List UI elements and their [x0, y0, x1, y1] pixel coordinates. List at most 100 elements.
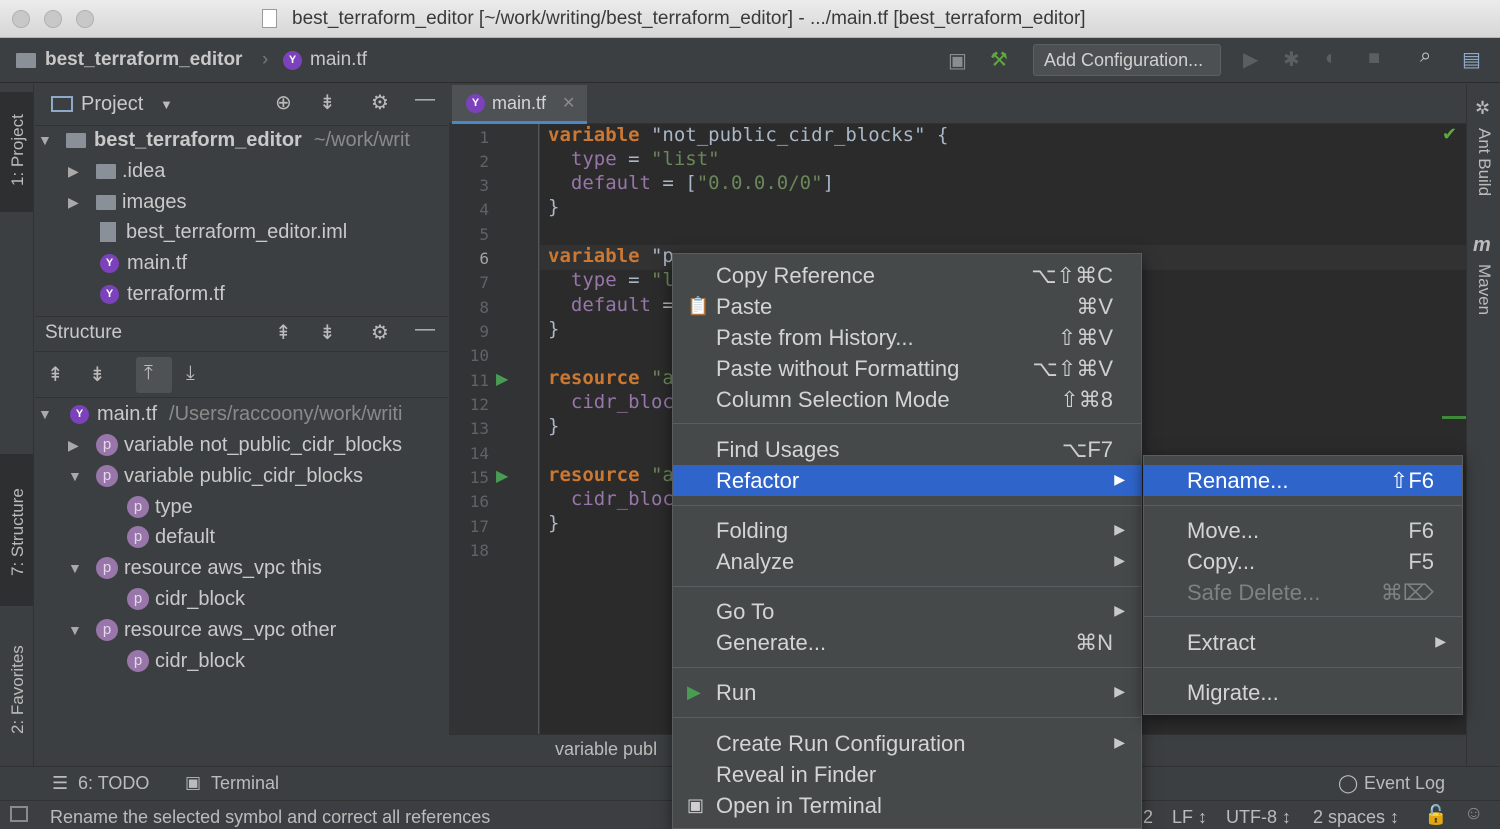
structure-item[interactable]: p cidr_block [127, 646, 245, 676]
tree-item-iml[interactable]: best_terraform_editor.iml [100, 217, 347, 247]
menu-item-paste-from-history[interactable]: Paste from History... ⇧⌘V [673, 322, 1141, 353]
structure-item[interactable]: ▼ p resource aws_vpc other [68, 615, 336, 645]
change-marker [1442, 416, 1466, 419]
property-name: default [548, 172, 651, 194]
nav-project[interactable]: best_terraform_editor [45, 49, 242, 71]
caret-position[interactable]: 2 [1143, 807, 1153, 828]
project-structure-icon[interactable]: ▤ [1462, 47, 1481, 72]
close-window-button[interactable] [12, 10, 30, 28]
nav-file[interactable]: main.tf [310, 49, 367, 71]
indent-setting[interactable]: 2 spaces ↕ [1313, 807, 1399, 828]
file-encoding[interactable]: UTF-8 ↕ [1226, 807, 1291, 828]
tab-event-log[interactable]: Event Log [1364, 773, 1445, 794]
coverage-icon[interactable]: ◐ [1325, 47, 1337, 70]
line-separator[interactable]: LF ↕ [1172, 807, 1207, 828]
tree-root[interactable]: ▼ best_terraform_editor ~/work/writ [38, 125, 410, 155]
collapse-all-icon[interactable]: ⇟ [89, 362, 106, 387]
menu-item-refactor[interactable]: Refactor ▶ [673, 465, 1141, 496]
tab-favorites[interactable]: 2: Favorites [8, 645, 28, 734]
tree-item-main-tf[interactable]: Y main.tf [100, 248, 187, 278]
menu-item-create-run-configuration[interactable]: Create Run Configuration ▶ [673, 728, 1141, 759]
terraform-file-icon: Y [70, 404, 89, 424]
structure-root[interactable]: ▼ Y main.tf /Users/raccoony/work/writi [38, 399, 402, 429]
editor-tab-main-tf[interactable]: Y main.tf ✕ [452, 85, 587, 124]
structure-item[interactable]: ▶ p variable not_public_cidr_blocks [68, 430, 402, 460]
submenu-arrow-icon: ▶ [1435, 633, 1446, 649]
submenu-item-extract[interactable]: Extract ▶ [1144, 627, 1462, 658]
search-icon[interactable]: ⌕ [1420, 45, 1431, 68]
lock-icon[interactable]: 🔓 [1424, 803, 1448, 827]
run-window-icon[interactable]: ▣ [948, 48, 967, 73]
folder-icon [96, 194, 116, 210]
menu-item-generate[interactable]: Generate... ⌘N [673, 627, 1141, 658]
gear-icon[interactable]: ⚙ [371, 90, 389, 115]
run-icon[interactable]: ▶ [1243, 47, 1258, 72]
string: "a [639, 464, 674, 486]
close-tab-icon[interactable]: ✕ [562, 93, 575, 113]
tab-ant-build[interactable]: Ant Build [1474, 128, 1494, 196]
project-view-title[interactable]: Project [81, 93, 143, 116]
expand-all-icon[interactable]: ⇞ [47, 362, 64, 387]
chevron-down-icon[interactable]: ▼ [160, 97, 173, 112]
toggle-tool-windows-icon[interactable] [10, 806, 28, 822]
expand-all-icon[interactable]: ⇞ [275, 320, 292, 345]
run-gutter-icon[interactable]: ▶ [496, 369, 508, 389]
menu-item-column-selection-mode[interactable]: Column Selection Mode ⇧⌘8 [673, 384, 1141, 415]
menu-item-analyze[interactable]: Analyze ▶ [673, 546, 1141, 577]
scroll-from-source-icon[interactable]: ⤓ [186, 362, 195, 385]
hide-panel-icon[interactable]: — [415, 318, 435, 341]
menu-item-paste[interactable]: 📋 Paste ⌘V [673, 291, 1141, 322]
tab-project[interactable]: 1: Project [8, 114, 28, 186]
submenu-item-move[interactable]: Move... F6 [1144, 515, 1462, 546]
gear-icon[interactable]: ⚙ [371, 320, 389, 345]
tree-item-images[interactable]: ▶ images [68, 187, 186, 217]
menu-item-folding[interactable]: Folding ▶ [673, 515, 1141, 546]
locate-icon[interactable]: ⊕ [275, 90, 292, 115]
tab-structure[interactable]: 7: Structure [8, 488, 28, 576]
structure-item[interactable]: p default [127, 522, 215, 552]
structure-item[interactable]: ▼ p resource aws_vpc this [68, 553, 322, 583]
autoscroll-to-source-toggle[interactable] [136, 357, 172, 393]
breadcrumb-item[interactable]: variable publ [555, 739, 657, 760]
terraform-file-icon: Y [466, 94, 485, 113]
inspector-icon[interactable]: ☺ [1464, 803, 1483, 825]
submenu-item-migrate[interactable]: Migrate... [1144, 677, 1462, 708]
tab-maven[interactable]: Maven [1474, 264, 1494, 315]
hide-panel-icon[interactable]: — [415, 88, 435, 111]
menu-item-run[interactable]: ▶ Run ▶ [673, 677, 1141, 708]
structure-item[interactable]: p type [127, 492, 193, 522]
navigation-bar: best_terraform_editor › Y main.tf ▣ ⚒ ▶ … [0, 39, 1500, 83]
tree-item-terraform-tf[interactable]: Y terraform.tf [100, 279, 225, 309]
stop-icon[interactable]: ■ [1368, 47, 1380, 70]
tab-todo[interactable]: 6: TODO [78, 773, 149, 794]
debug-icon[interactable]: ✱ [1283, 47, 1300, 72]
tree-item-idea[interactable]: ▶ .idea [68, 156, 165, 186]
menu-item-find-usages[interactable]: Find Usages ⌥F7 [673, 434, 1141, 465]
structure-item[interactable]: ▼ p variable public_cidr_blocks [68, 461, 363, 491]
menu-item-paste-without-formatting[interactable]: Paste without Formatting ⌥⇧⌘V [673, 353, 1141, 384]
menu-item-reveal-in-finder[interactable]: Reveal in Finder [673, 759, 1141, 790]
menu-item-go-to[interactable]: Go To ▶ [673, 596, 1141, 627]
submenu-item-copy[interactable]: Copy... F5 [1144, 546, 1462, 577]
zoom-window-button[interactable] [76, 10, 94, 28]
structure-item[interactable]: p cidr_block [127, 584, 245, 614]
submenu-item-rename[interactable]: Rename... ⇧F6 [1144, 465, 1462, 496]
code-line-4: } [548, 196, 560, 218]
code-line-17: } [548, 512, 560, 534]
collapse-all-icon[interactable]: ⇟ [319, 90, 336, 115]
menu-item-copy-reference[interactable]: Copy Reference ⌥⇧⌘C [673, 260, 1141, 291]
collapse-all-icon[interactable]: ⇟ [319, 320, 336, 345]
string: "list" [650, 148, 720, 170]
menu-item-shortcut: ⌥F7 [1061, 437, 1113, 462]
minimize-window-button[interactable] [44, 10, 62, 28]
menu-item-label: Reveal in Finder [716, 762, 877, 787]
code-text: = [650, 294, 674, 316]
run-gutter-icon[interactable]: ▶ [496, 466, 508, 486]
build-hammer-icon[interactable]: ⚒ [990, 47, 1008, 72]
tab-terminal[interactable]: Terminal [211, 773, 279, 794]
line-number: 1 [479, 128, 489, 147]
structure-item-label: default [155, 525, 216, 548]
menu-item-open-in-terminal[interactable]: ▣ Open in Terminal [673, 790, 1141, 821]
add-configuration-button[interactable]: Add Configuration... [1033, 44, 1221, 76]
code-line-6: variable "p [548, 245, 674, 267]
